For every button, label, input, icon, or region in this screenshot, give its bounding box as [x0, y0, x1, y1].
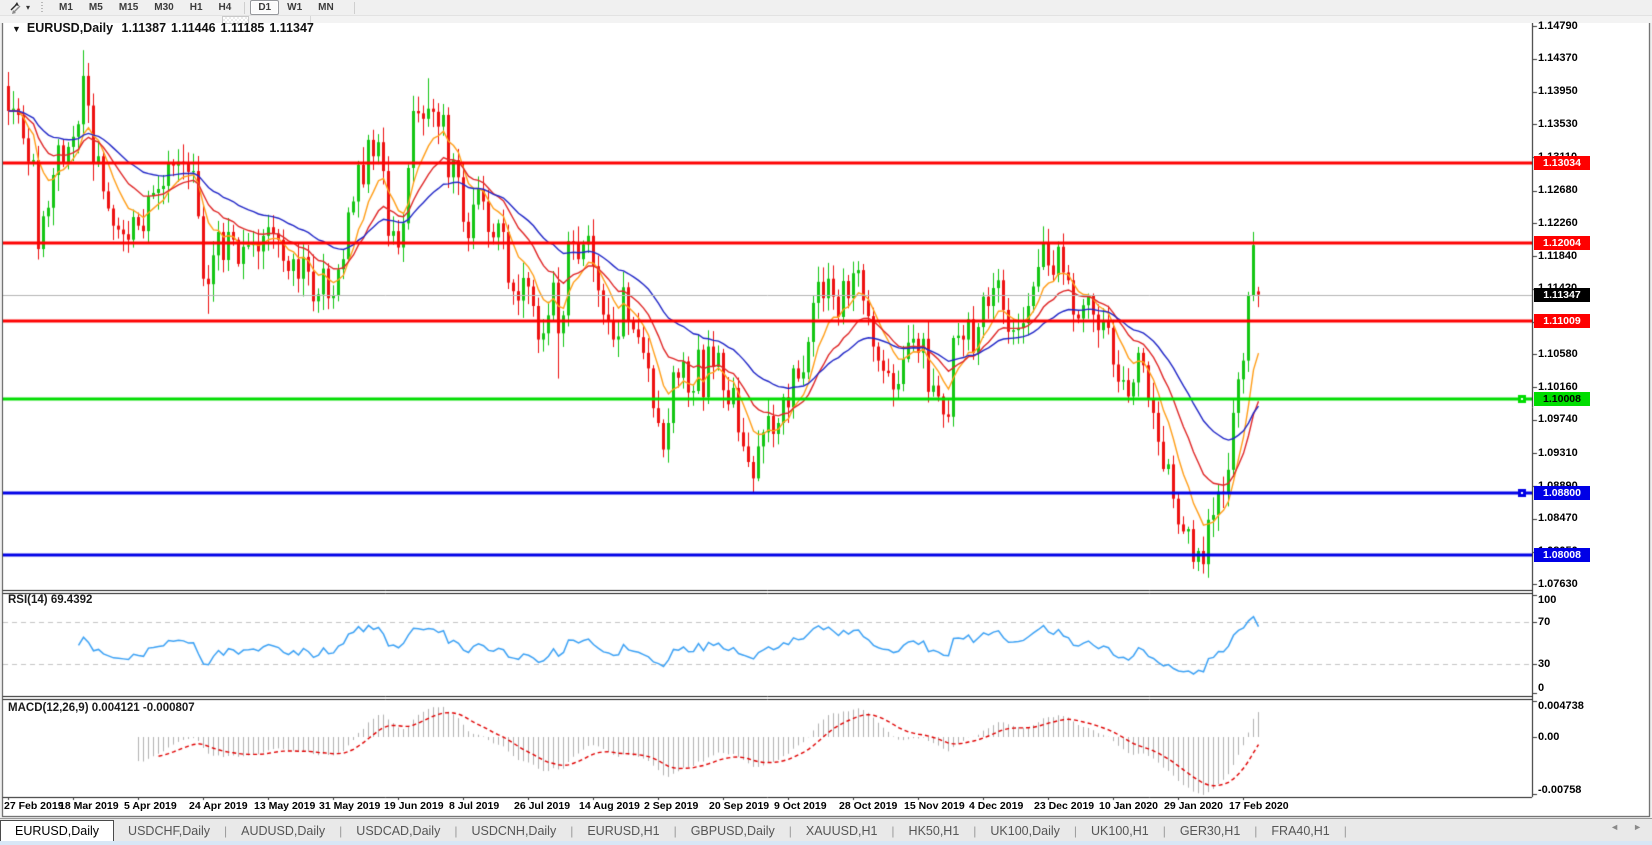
- level-price-label[interactable]: 1.08800: [1534, 486, 1590, 501]
- chart-title: ▼ EURUSD,Daily 1.11387 1.11446 1.11185 1.113…: [12, 21, 319, 35]
- date-axis-label: 4 Dec 2019: [969, 800, 1024, 812]
- date-axis-label: 8 Jul 2019: [449, 800, 500, 812]
- price-axis-tick: 1.12680: [1538, 184, 1578, 197]
- timeframe-button-w1[interactable]: W1: [279, 0, 310, 15]
- timeframe-button-m5[interactable]: M5: [81, 0, 111, 15]
- date-axis-label: 26 Jul 2019: [514, 800, 571, 812]
- timeframe-button-h1[interactable]: H1: [182, 0, 211, 15]
- price-axis-tick: 1.14790: [1538, 19, 1578, 32]
- chart-shift-icon[interactable]: [4, 1, 26, 14]
- tab-uk100-h1[interactable]: UK100,H1: [1077, 819, 1163, 842]
- tab-scroll-left-button[interactable]: ◄: [1610, 822, 1619, 832]
- level-price-label[interactable]: 1.10008: [1534, 391, 1590, 406]
- rsi-indicator-label: RSI(14) 69.4392: [8, 594, 93, 606]
- timeframe-buttons: M1 M5 M15 M30 H1 H4 D1 W1 MN: [51, 0, 342, 15]
- tab-ger30-h1[interactable]: GER30,H1: [1166, 819, 1254, 842]
- timeframe-button-mn[interactable]: MN: [310, 0, 342, 15]
- ohlc-low: 1.11185: [220, 21, 265, 35]
- date-axis-label: 5 Apr 2019: [124, 800, 177, 812]
- ohlc-high: 1.11446: [171, 21, 216, 35]
- level-price-label[interactable]: 1.13034: [1534, 155, 1590, 170]
- date-axis-label: 2 Sep 2019: [644, 800, 699, 812]
- tab-audusd-daily[interactable]: AUDUSD,Daily: [227, 819, 339, 842]
- timeframe-button-m15[interactable]: M15: [111, 0, 146, 15]
- date-axis-label: 19 Jun 2019: [384, 800, 444, 812]
- date-axis-label: 18 Mar 2019: [59, 800, 119, 812]
- rsi-axis-tick: 0: [1538, 682, 1545, 694]
- tab-fra40-h1[interactable]: FRA40,H1: [1257, 819, 1343, 842]
- chart-canvas[interactable]: [0, 0, 1652, 845]
- toolbar-separator: [244, 1, 246, 14]
- current-price-label: 1.11347: [1534, 287, 1590, 302]
- tab-eurusd-daily[interactable]: EURUSD,Daily: [0, 820, 115, 842]
- tab-xauusd-h1[interactable]: XAUUSD,H1: [792, 819, 892, 842]
- date-axis-label: 27 Feb 2019: [4, 800, 64, 812]
- price-axis-tick: 1.13950: [1538, 85, 1578, 98]
- price-axis-tick: 1.08470: [1538, 512, 1578, 525]
- level-price-label[interactable]: 1.12004: [1534, 236, 1590, 251]
- date-axis-label: 10 Jan 2020: [1099, 800, 1158, 812]
- price-axis-tick: 1.10160: [1538, 380, 1578, 393]
- date-axis-label: 20 Sep 2019: [709, 800, 770, 812]
- date-axis-label: 24 Apr 2019: [189, 800, 248, 812]
- date-axis-label: 13 May 2019: [254, 800, 316, 812]
- date-axis-label: 14 Aug 2019: [579, 800, 640, 812]
- price-axis-tick: 1.13530: [1538, 117, 1578, 130]
- price-axis-tick: 1.09310: [1538, 446, 1578, 459]
- timeframe-toolbar: ▾ M1 M5 M15 M30 H1 H4 D1 W1 MN: [0, 0, 1652, 15]
- date-axis-label: 31 May 2019: [319, 800, 381, 812]
- ohlc-close: 1.11347: [269, 21, 314, 35]
- timeframe-button-d1[interactable]: D1: [250, 0, 280, 15]
- price-axis-tick: 1.10580: [1538, 347, 1578, 360]
- macd-indicator-label: MACD(12,26,9) 0.004121 -0.000807: [8, 702, 195, 714]
- tab-uk100-daily[interactable]: UK100,Daily: [976, 819, 1073, 842]
- macd-axis-tick: 0.004738: [1538, 700, 1584, 712]
- date-axis-label: 23 Dec 2019: [1034, 800, 1095, 812]
- macd-axis-tick: -0.00758: [1538, 784, 1582, 796]
- tab-usdchf-daily[interactable]: USDCHF,Daily: [114, 819, 224, 842]
- date-axis-label: 15 Nov 2019: [904, 800, 965, 812]
- ohlc-open: 1.11387: [121, 21, 167, 35]
- toolbar-separator: [353, 1, 355, 14]
- tab-scroll-arrows: ◄ ►: [1610, 822, 1642, 832]
- date-axis-label: 9 Oct 2019: [774, 800, 827, 812]
- chevron-down-icon[interactable]: ▼: [12, 24, 21, 34]
- price-axis-tick: 1.14370: [1538, 52, 1578, 65]
- date-axis-label: 28 Oct 2019: [839, 800, 898, 812]
- symbol-label: EURUSD,Daily: [26, 21, 114, 35]
- price-axis-tick: 1.07630: [1538, 577, 1578, 590]
- date-axis-label: 17 Feb 2020: [1229, 800, 1289, 812]
- rsi-axis-tick: 100: [1538, 594, 1557, 606]
- chart-tab-bar: EURUSD,Daily USDCHF,Daily | AUDUSD,Daily | US…: [0, 818, 1652, 842]
- status-strip: [0, 841, 1652, 845]
- mt4-window: ▾ M1 M5 M15 M30 H1 H4 D1 W1 MN ▼ EURUSD,Daily 1.1…: [0, 0, 1652, 845]
- level-price-label[interactable]: 1.08008: [1534, 547, 1590, 562]
- tab-separator: |: [1343, 823, 1347, 838]
- rsi-axis-tick: 30: [1538, 658, 1551, 670]
- price-axis-tick: 1.11840: [1538, 249, 1578, 262]
- toolbar-gripper: [40, 2, 46, 13]
- tab-scroll-right-button[interactable]: ►: [1633, 822, 1642, 832]
- macd-axis-tick: 0.00: [1538, 731, 1560, 743]
- rsi-axis-tick: 70: [1538, 616, 1551, 628]
- timeframe-button-m1[interactable]: M1: [51, 0, 81, 15]
- chevron-down-icon[interactable]: ▾: [26, 3, 30, 12]
- date-axis-label: 29 Jan 2020: [1164, 800, 1223, 812]
- tab-eurusd-h1[interactable]: EURUSD,H1: [573, 819, 673, 842]
- price-axis-tick: 1.09740: [1538, 413, 1578, 426]
- tab-gbpusd-daily[interactable]: GBPUSD,Daily: [677, 819, 789, 842]
- tab-usdcad-daily[interactable]: USDCAD,Daily: [342, 819, 454, 842]
- timeframe-button-m30[interactable]: M30: [146, 0, 181, 15]
- tab-usdcnh-daily[interactable]: USDCNH,Daily: [457, 819, 570, 842]
- timeframe-button-h4[interactable]: H4: [211, 0, 240, 15]
- tab-hk50-h1[interactable]: HK50,H1: [895, 819, 974, 842]
- level-price-label[interactable]: 1.11009: [1534, 313, 1590, 328]
- price-axis-tick: 1.12260: [1538, 216, 1578, 229]
